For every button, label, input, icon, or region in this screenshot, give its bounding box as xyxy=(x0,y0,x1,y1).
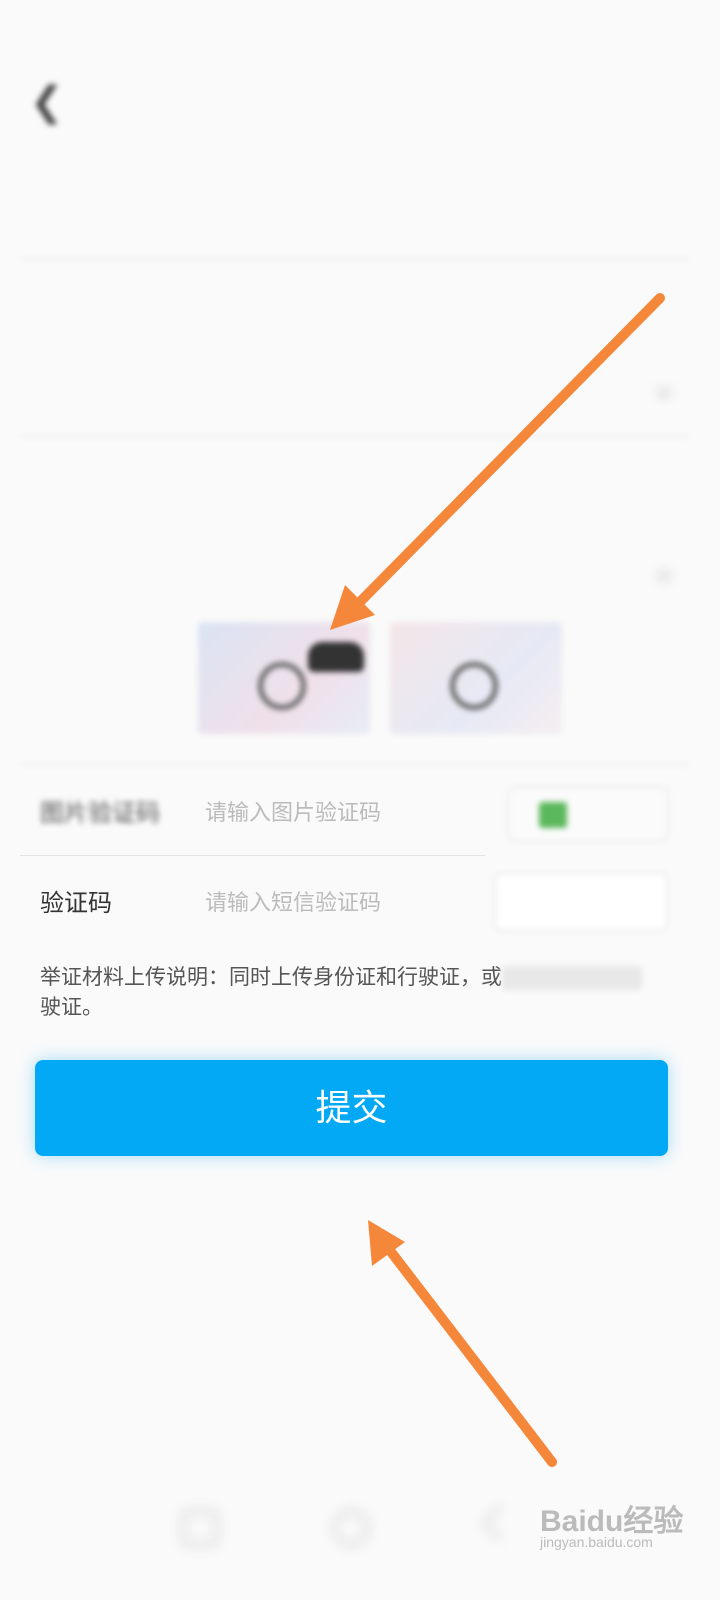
form-row-5[interactable]: ⌄ xyxy=(0,530,720,620)
note-text: 举证材料上传说明：同时上传身份证和行驶证，或 xyxy=(40,965,502,989)
chevron-down-icon[interactable]: ⌄ xyxy=(653,373,675,403)
status-bar xyxy=(0,0,720,50)
id-card-photo[interactable] xyxy=(198,622,370,734)
baidu-watermark: Baidu经验 jingyan.baidu.com xyxy=(540,1492,710,1562)
send-code-button[interactable] xyxy=(495,873,667,931)
captcha-input[interactable]: 请输入图片验证码 xyxy=(205,795,381,827)
photo-content xyxy=(308,642,364,672)
note-blurred xyxy=(502,966,642,990)
license-photo[interactable] xyxy=(390,622,562,734)
form-row-1[interactable] xyxy=(0,165,720,255)
form-row-2[interactable] xyxy=(0,255,720,345)
sms-row: 验证码 请输入短信验证码 xyxy=(0,855,720,945)
captcha-label: 图片验证码 xyxy=(40,799,160,827)
nav-header: ❮ xyxy=(0,60,720,150)
form-row-4[interactable] xyxy=(0,438,720,528)
upload-circle-icon xyxy=(450,662,498,710)
home-icon[interactable] xyxy=(333,1510,369,1546)
back-chevron-icon[interactable]: ❮ xyxy=(30,82,64,122)
back-icon[interactable] xyxy=(481,1504,519,1542)
sms-input[interactable]: 请输入短信验证码 xyxy=(205,885,381,917)
arrow-to-submit xyxy=(368,1220,557,1467)
submit-button[interactable]: 提交 xyxy=(35,1060,668,1156)
recent-apps-icon[interactable] xyxy=(182,1510,218,1546)
sms-label: 验证码 xyxy=(40,889,112,917)
captcha-image[interactable] xyxy=(508,787,668,841)
chevron-down-icon[interactable]: ⌄ xyxy=(653,556,675,586)
captcha-row: 图片验证码 请输入图片验证码 xyxy=(0,765,720,855)
note-tail: 驶证。 xyxy=(40,995,103,1019)
upload-note: 举证材料上传说明：同时上传身份证和行驶证，或 驶证。 xyxy=(40,962,680,1022)
divider xyxy=(20,436,690,437)
upload-circle-icon xyxy=(258,662,306,710)
watermark-sub: jingyan.baidu.com xyxy=(540,1534,653,1550)
captcha-graphic xyxy=(539,802,567,828)
form-row-3[interactable]: ⌄ xyxy=(0,347,720,437)
